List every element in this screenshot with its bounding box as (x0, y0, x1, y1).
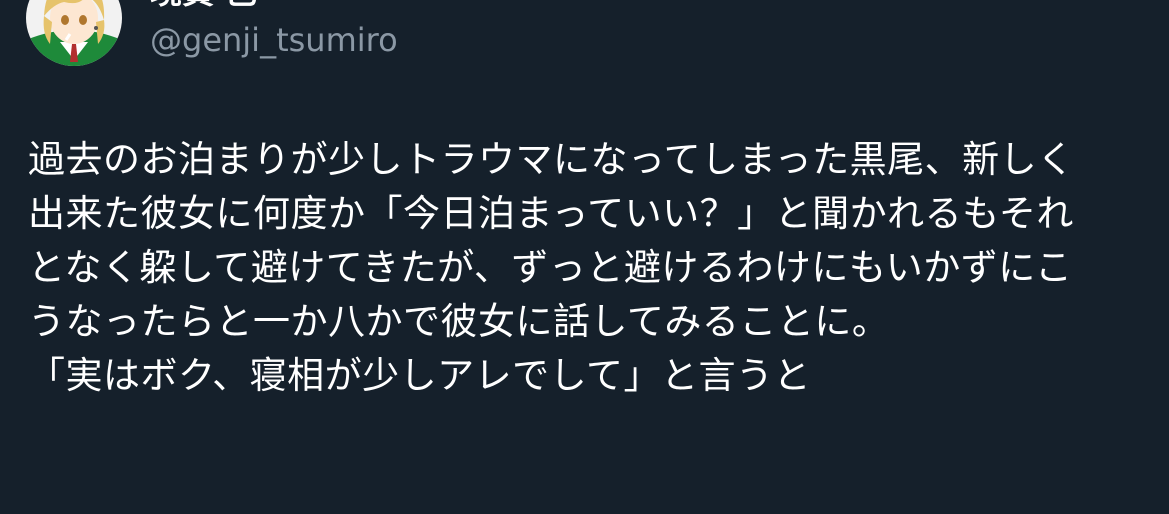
tweet-text-line: 「実はボク、寝相が少しアレでして」と言うと (28, 354, 812, 397)
tweet-text-line: うなったらと一か八かで彼女に話してみることに。 (28, 300, 890, 343)
user-handle[interactable]: @genji_tsumiro (150, 20, 398, 60)
tweet-text: 過去のお泊まりが少しトラウマになってしまった黒尾、新しく 出来た彼女に何度か「今… (28, 133, 1148, 403)
display-name[interactable]: 境賀 己 (150, 0, 398, 12)
tweet-text-line: となく躱して避けてきたが、ずっと避けるわけにもいかずにこ (28, 246, 1073, 289)
tweet-text-line: 出来た彼女に何度か「今日泊まっていい？」と聞かれるもそれ (28, 192, 1074, 235)
tweet-text-line: 過去のお泊まりが少しトラウマになってしまった黒尾、新しく (28, 138, 1075, 181)
avatar[interactable] (26, 0, 122, 66)
tweet: 境賀 己 @genji_tsumiro 過去のお泊まりが少しトラウマになってしま… (0, 0, 1169, 514)
user-names: 境賀 己 @genji_tsumiro (150, 0, 398, 60)
tweet-header: 境賀 己 @genji_tsumiro (26, 0, 398, 100)
